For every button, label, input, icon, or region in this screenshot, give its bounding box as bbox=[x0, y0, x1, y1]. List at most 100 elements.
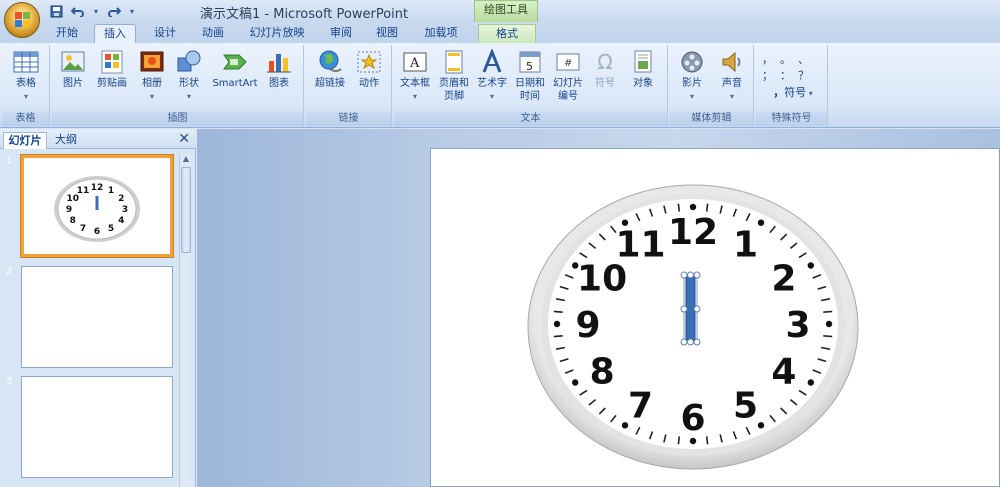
tab-slides[interactable]: 幻灯片 bbox=[3, 132, 47, 149]
clock-number-1: 1 bbox=[733, 225, 758, 266]
hour-dot bbox=[757, 422, 765, 429]
tab-animations[interactable]: 动画 bbox=[194, 24, 232, 43]
undo-dropdown-icon[interactable]: ▾ bbox=[92, 4, 100, 19]
group-special-symbols: ， 。 、 ； ： ？ ，符号 ▾ 特殊符号 bbox=[756, 45, 828, 126]
hour-dot bbox=[689, 203, 697, 211]
tab-home[interactable]: 开始 bbox=[48, 24, 86, 43]
minute-tick bbox=[677, 436, 681, 445]
current-slide[interactable]: 12 1 2 3 4 5 6 7 8 9 10 11 bbox=[430, 148, 1000, 487]
panel-scrollbar[interactable]: ▲ bbox=[179, 154, 191, 487]
tab-addins[interactable]: 加载项 bbox=[416, 24, 466, 43]
undo-icon[interactable] bbox=[70, 4, 86, 19]
thumb-clock-number-7: 7 bbox=[80, 224, 86, 234]
tab-review[interactable]: 审阅 bbox=[322, 24, 360, 43]
clock-number-3: 3 bbox=[785, 305, 810, 346]
clipart-button[interactable]: 剪贴画 bbox=[92, 49, 132, 90]
sound-button[interactable]: 声音 ▾ bbox=[714, 49, 750, 103]
punctuation-row-1[interactable]: ， 。 、 bbox=[762, 53, 822, 66]
minute-tick bbox=[553, 335, 563, 338]
thumb-clock-number-2: 2 bbox=[118, 194, 124, 204]
minute-tick bbox=[553, 310, 563, 313]
shapes-icon bbox=[175, 49, 203, 75]
clock-image[interactable]: 12 1234567891011 bbox=[431, 149, 1000, 487]
minute-tick bbox=[823, 310, 833, 313]
close-panel-icon[interactable]: ✕ bbox=[178, 131, 190, 147]
thumb-clock-number-4: 4 bbox=[118, 216, 124, 226]
clock-number-4: 4 bbox=[771, 352, 796, 393]
album-button[interactable]: 相册 ▾ bbox=[136, 49, 168, 103]
group-label-text: 文本 bbox=[394, 112, 667, 126]
clipart-icon bbox=[98, 49, 126, 75]
slide-number-2: 2 bbox=[6, 266, 13, 277]
datetime-button[interactable]: 5 日期和 时间 bbox=[512, 49, 548, 103]
slide-thumbnail-3[interactable] bbox=[21, 376, 173, 478]
tab-design[interactable]: 设计 bbox=[146, 24, 184, 43]
slide-editing-area: 12 1 2 3 4 5 6 7 8 9 10 11 bbox=[197, 129, 1000, 487]
symbol-button[interactable]: Ω 符号 bbox=[590, 49, 620, 90]
group-text: A 文本框 ▾ 页眉和 页脚 艺术字 ▾ 5 日期和 时间 # 幻灯片 编号 Ω… bbox=[394, 45, 668, 126]
group-label-symbols: 特殊符号 bbox=[756, 112, 827, 126]
clock-number-11: 11 bbox=[615, 225, 665, 266]
picture-icon bbox=[59, 49, 87, 75]
tab-outline[interactable]: 大纲 bbox=[49, 132, 83, 149]
table-button[interactable]: 表格 ▾ bbox=[6, 49, 46, 103]
action-star-icon bbox=[355, 49, 383, 75]
tab-insert[interactable]: 插入 bbox=[94, 24, 136, 43]
scroll-thumb[interactable] bbox=[181, 167, 191, 253]
svg-text:A: A bbox=[409, 56, 420, 71]
slide-thumbnail-1[interactable]: 12 1 2 3 4 5 6 7 8 9 10 11 bbox=[21, 155, 173, 257]
chart-button[interactable]: 图表 bbox=[262, 49, 296, 90]
textbox-button[interactable]: A 文本框 ▾ bbox=[396, 49, 434, 103]
thumb-clock-number-8: 8 bbox=[70, 216, 76, 226]
picture-button[interactable]: 图片 bbox=[58, 49, 88, 90]
tab-format[interactable]: 格式 bbox=[478, 24, 536, 43]
hour-dot bbox=[553, 320, 561, 328]
clock-number-8: 8 bbox=[590, 352, 615, 393]
redo-icon[interactable] bbox=[106, 4, 122, 19]
thumb-clock-number-11: 11 bbox=[77, 186, 90, 196]
title-bar: ▾ ▾ 演示文稿1 - Microsoft PowerPoint 绘图工具 bbox=[0, 0, 1000, 38]
thumb-clock-number-1: 1 bbox=[108, 186, 114, 196]
ribbon: 表格 ▾ 表格 图片 剪贴画 相册 ▾ 形状 ▾ SmartArt 图表 插图 … bbox=[0, 43, 1000, 128]
clock-hand-selected[interactable] bbox=[680, 271, 701, 346]
scroll-up-icon[interactable]: ▲ bbox=[180, 154, 192, 166]
office-logo-icon bbox=[15, 12, 31, 28]
tab-slideshow[interactable]: 幻灯片放映 bbox=[242, 24, 312, 43]
wordart-button[interactable]: 艺术字 ▾ bbox=[474, 47, 510, 103]
tab-view[interactable]: 视图 bbox=[368, 24, 406, 43]
thumb-clock-number-12: 12 bbox=[91, 183, 104, 193]
customize-qat-icon[interactable]: ▾ bbox=[128, 4, 136, 19]
slide-number-3: 3 bbox=[6, 376, 13, 387]
clock-number-7: 7 bbox=[628, 386, 653, 427]
clock-number-6: 6 bbox=[680, 398, 705, 439]
svg-text:#: # bbox=[564, 58, 572, 69]
thumbnail-clock-image: 12 1234567891011 bbox=[54, 176, 140, 242]
save-icon[interactable] bbox=[48, 4, 64, 19]
slide-number-button[interactable]: # 幻灯片 编号 bbox=[550, 49, 586, 103]
svg-text:5: 5 bbox=[526, 60, 533, 73]
group-label-media: 媒体剪辑 bbox=[670, 112, 753, 126]
hyperlink-button[interactable]: 超链接 bbox=[310, 49, 350, 90]
object-button[interactable]: 对象 bbox=[626, 49, 660, 90]
hour-dot bbox=[807, 262, 814, 269]
slide-number-1: 1 bbox=[6, 155, 13, 166]
group-label-links: 链接 bbox=[306, 112, 391, 126]
movie-button[interactable]: 影片 ▾ bbox=[674, 49, 710, 103]
special-symbol-button[interactable]: ，符号 ▾ bbox=[768, 86, 818, 100]
slides-panel: 幻灯片 大纲 ✕ 1 12 1 2 3 4 5 6 7 8 9 10 11 2 3 ▲ bbox=[0, 129, 196, 487]
thumb-clock-number-9: 9 bbox=[66, 205, 72, 215]
action-button[interactable]: 动作 bbox=[352, 49, 386, 90]
shapes-button[interactable]: 形状 ▾ bbox=[172, 49, 206, 103]
slide-number-icon: # bbox=[554, 49, 582, 75]
punctuation-row-2[interactable]: ； ： ？ bbox=[762, 69, 822, 82]
office-button[interactable] bbox=[4, 2, 40, 38]
header-footer-button[interactable]: 页眉和 页脚 bbox=[436, 49, 472, 103]
group-label-table: 表格 bbox=[2, 112, 49, 126]
hyperlink-globe-icon bbox=[316, 49, 344, 75]
ribbon-tab-row: 开始 插入 设计 动画 幻灯片放映 审阅 视图 加载项 格式 bbox=[0, 22, 1000, 43]
smartart-button[interactable]: SmartArt bbox=[210, 49, 260, 90]
thumb-clock-number-5: 5 bbox=[108, 224, 114, 234]
hour-dot bbox=[757, 219, 765, 226]
minute-tick bbox=[823, 335, 833, 338]
slide-thumbnail-2[interactable] bbox=[21, 266, 173, 368]
